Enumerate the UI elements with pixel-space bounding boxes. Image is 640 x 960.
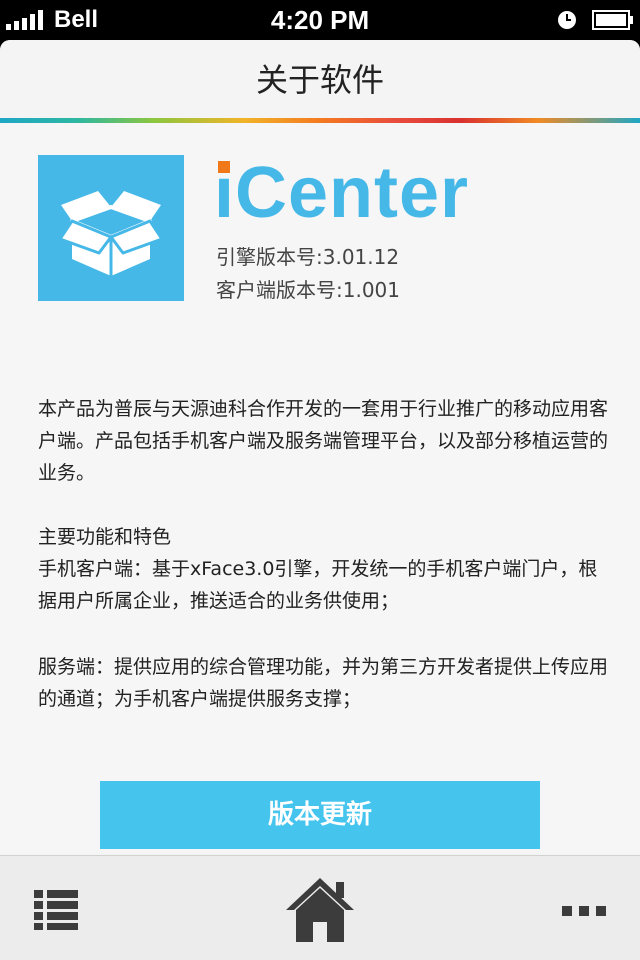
- status-time: 4:20 PM: [270, 5, 370, 35]
- home-icon[interactable]: [284, 876, 356, 942]
- about-content: iCenter 引擎版本号:3.01.12 客户端版本号:1.001 本产品为普…: [0, 123, 640, 853]
- app-logo: [38, 155, 184, 301]
- battery-icon: [592, 10, 633, 30]
- list-icon[interactable]: [34, 890, 78, 930]
- server-description: 服务端：提供应用的综合管理功能，并为第三方开发者提供上传应用的通道；为手机客户端…: [38, 656, 609, 710]
- update-version-button[interactable]: 版本更新: [100, 781, 540, 849]
- status-bar: Bell 4:20 PM: [0, 0, 640, 40]
- product-description: 本产品为普辰与天源迪科合作开发的一套用于行业推广的移动应用客户端。产品包括手机客…: [38, 398, 609, 484]
- page-title: 关于软件: [255, 61, 384, 99]
- mobile-client-description: 手机客户端：基于xFace3.0引擎，开发统一的手机客户端门户，根据用户所属企业…: [38, 558, 598, 612]
- app-screen: 关于软件 iCenter 引擎版本号:3.01.12 客户端版本号:1.001 …: [0, 40, 640, 960]
- more-icon[interactable]: [562, 906, 606, 916]
- engine-version: 引擎版本号:3.01.12: [216, 245, 400, 269]
- client-version: 客户端版本号:1.001: [216, 278, 400, 302]
- app-name-dot: [218, 161, 230, 173]
- tab-bar: [0, 855, 640, 960]
- features-title: 主要功能和特色: [38, 526, 172, 548]
- app-name: iCenter: [214, 153, 470, 233]
- open-box-icon: [58, 191, 164, 276]
- navigation-bar: 关于软件: [0, 40, 640, 120]
- alarm-clock-icon: [558, 11, 576, 29]
